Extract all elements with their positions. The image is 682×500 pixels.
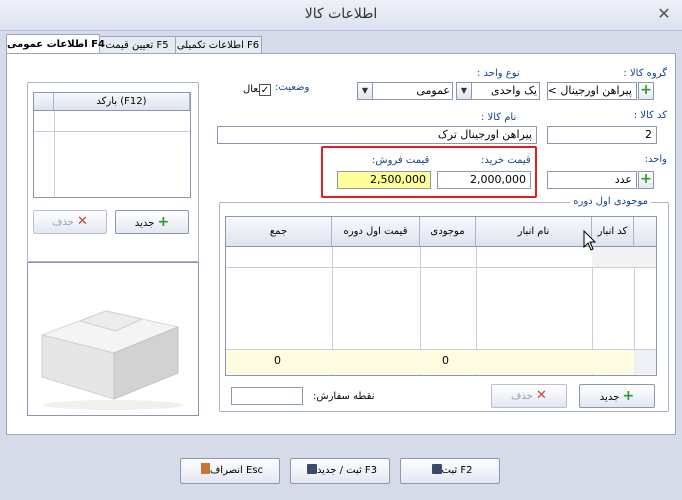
floppy-disk-icon: [306, 464, 317, 474]
reorder-point-field[interactable]: [231, 387, 303, 405]
chevron-down-icon[interactable]: ▼: [457, 83, 472, 99]
tab-additional-info[interactable]: اطلاعات تكمیلی F6: [174, 36, 262, 53]
unit-label: واحد:: [644, 154, 667, 165]
title-bar: اطلاعات كالا ✕: [0, 0, 682, 31]
active-checkbox[interactable]: ✓: [259, 84, 271, 96]
code-field[interactable]: 2: [547, 126, 657, 144]
unit-type-label: نوع واحد :: [477, 68, 520, 79]
reorder-point-label: نقطه سفارش:: [313, 391, 375, 402]
column-header-warehouse-code: کد انبار: [592, 217, 634, 247]
total-quantity: 0: [442, 354, 449, 367]
column-header-quantity: موجودی: [420, 217, 476, 247]
plus-icon: +: [157, 214, 170, 230]
column-header-opening-price: قیمت اول دوره: [332, 217, 420, 247]
opening-stock-title: موجودی اول دوره: [570, 196, 651, 207]
column-header-warehouse-name: نام انبار: [476, 217, 592, 247]
barcode-column-header: (F12) بارکد: [54, 93, 190, 111]
tab-pricing[interactable]: تعیین قیمت F5: [98, 36, 176, 53]
delete-x-icon: ✕: [77, 214, 88, 229]
totals-row: 0 0: [226, 349, 634, 374]
total-sum: 0: [274, 354, 281, 367]
exit-door-icon: [200, 463, 210, 474]
status-label: وضعیت:: [275, 82, 310, 93]
unit-field[interactable]: عدد: [547, 171, 637, 189]
delete-stock-button[interactable]: حذف ✕: [491, 384, 567, 408]
unit-type-combo[interactable]: ▼ یک واحدی: [456, 82, 540, 100]
mouse-cursor-icon: [583, 230, 597, 251]
close-icon[interactable]: ✕: [654, 5, 674, 23]
product-image-frame: [27, 262, 199, 416]
new-barcode-button[interactable]: جدید +: [115, 210, 189, 234]
name-field[interactable]: پیراهن اورجینال ترک: [217, 126, 537, 144]
delete-x-icon: ✕: [536, 388, 547, 403]
general-info-panel: گروه کالا : + پیراهن اورجینال > پی نوع و…: [6, 53, 676, 435]
box-image: [40, 310, 183, 410]
code-label: کد کالا :: [633, 110, 667, 121]
name-label: نام کالا :: [481, 112, 517, 123]
group-field[interactable]: پیراهن اورجینال > پی: [547, 82, 637, 100]
tab-general-info[interactable]: اطلاعات عمومی F4: [6, 34, 105, 54]
unit-type-combo-2[interactable]: ▼ عمومی: [357, 82, 453, 100]
add-unit-button[interactable]: +: [638, 171, 654, 189]
tab-strip: اطلاعات تكمیلی F6 تعیین قیمت F5 اطلاعات …: [6, 34, 676, 54]
delete-barcode-button[interactable]: حذف ✕: [33, 210, 107, 234]
barcode-grid: (F12) بارکد: [33, 92, 191, 198]
save-and-new-button[interactable]: ثبت / جدید F3: [290, 458, 390, 484]
window-title: اطلاعات كالا: [304, 6, 378, 22]
group-label: گروه کالا :: [623, 68, 667, 79]
plus-icon: +: [622, 388, 635, 404]
save-button[interactable]: ثبت F2: [400, 458, 500, 484]
add-group-button[interactable]: +: [638, 82, 654, 100]
column-header-sum: جمع: [226, 217, 332, 247]
cancel-button[interactable]: انصراف Esc: [180, 458, 280, 484]
chevron-down-icon[interactable]: ▼: [358, 83, 373, 99]
floppy-disk-icon: [431, 464, 442, 474]
price-highlight-box: [321, 146, 537, 198]
new-stock-button[interactable]: جدید +: [579, 384, 655, 408]
